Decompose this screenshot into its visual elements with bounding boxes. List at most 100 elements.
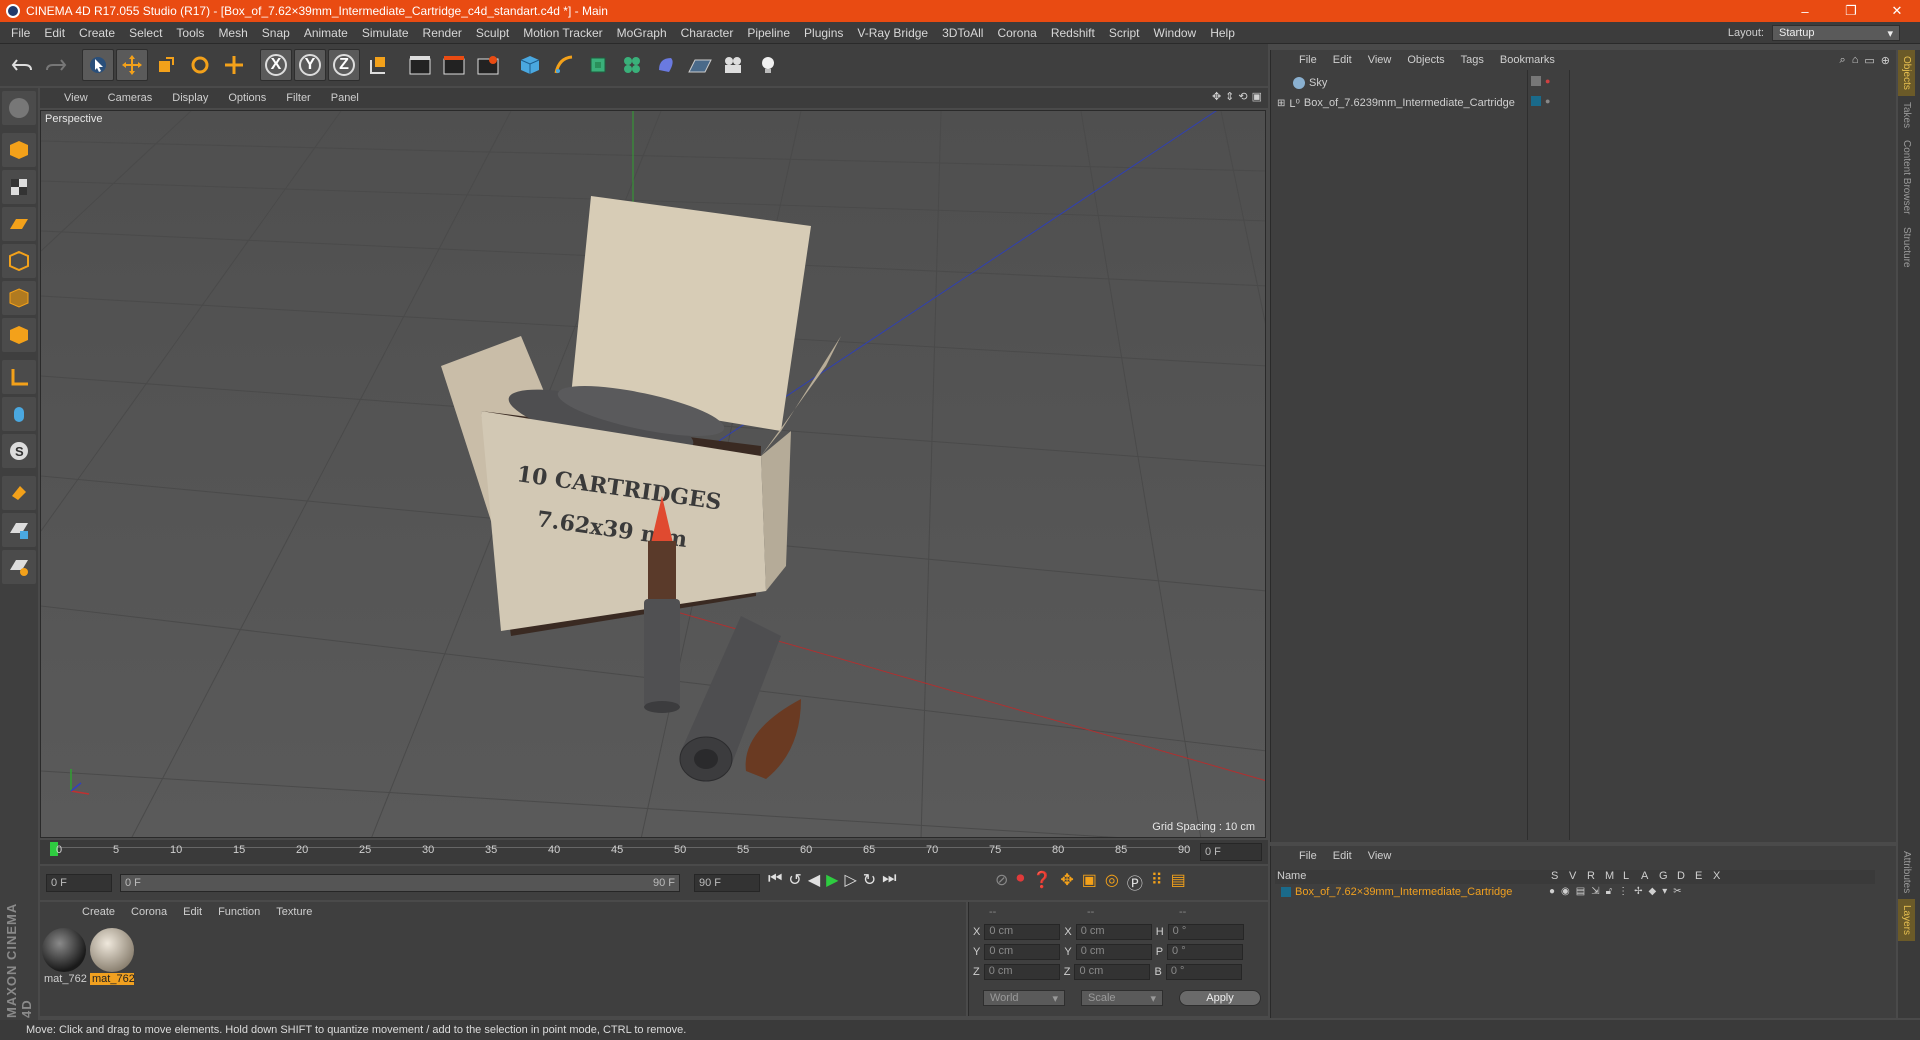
menu-create[interactable]: Create	[72, 26, 122, 40]
rotation-p-field[interactable]: 0 °	[1167, 944, 1244, 960]
model-mode-button[interactable]	[2, 133, 36, 167]
next-frame-icon[interactable]: ▷	[844, 870, 856, 890]
workplane-snap-button[interactable]	[2, 550, 36, 584]
material-swatch[interactable]: mat_762	[42, 928, 87, 988]
position-x-field[interactable]: 0 cm	[984, 924, 1061, 940]
tab-structure[interactable]: Structure	[1898, 221, 1915, 274]
menu-motion-tracker[interactable]: Motion Tracker	[516, 26, 609, 40]
layout-dropdown[interactable]: Startup ▾	[1772, 25, 1900, 41]
menu-select[interactable]: Select	[122, 26, 169, 40]
autokey-icon[interactable]: ❓	[1032, 870, 1052, 894]
edit-render-settings-button[interactable]	[472, 49, 504, 81]
viewport-menu-cameras[interactable]: Cameras	[98, 92, 163, 104]
size-mode-dropdown[interactable]: Scale ▾	[1081, 990, 1163, 1006]
move-tool-button[interactable]	[116, 49, 148, 81]
add-subdivision-button[interactable]	[582, 49, 614, 81]
material-menu-texture[interactable]: Texture	[268, 906, 320, 918]
goto-start-icon[interactable]: ⏮	[768, 870, 782, 890]
coordinate-system-button[interactable]	[362, 49, 394, 81]
generator-toggle-icon[interactable]: ✢	[1634, 886, 1642, 897]
transform-tool-button[interactable]	[218, 49, 250, 81]
key-move-icon[interactable]: ✥	[1060, 870, 1073, 894]
pin-icon[interactable]: ⊕	[1881, 54, 1890, 67]
viewport-menu-view[interactable]: View	[54, 92, 98, 104]
motion-record-icon[interactable]: ⊘	[995, 870, 1008, 894]
menu-sculpt[interactable]: Sculpt	[469, 26, 516, 40]
expand-icon[interactable]: ⊞	[1277, 98, 1285, 109]
tab-takes[interactable]: Takes	[1898, 96, 1915, 134]
render-view-button[interactable]	[404, 49, 436, 81]
select-tool-button[interactable]	[82, 49, 114, 81]
perspective-viewport[interactable]: 10 CARTRIDGES 7.62x39 mm Perspective Gri…	[40, 110, 1266, 838]
layers-menu-view[interactable]: View	[1360, 850, 1400, 862]
tweak-mode-button[interactable]	[2, 397, 36, 431]
menu-mesh[interactable]: Mesh	[211, 26, 254, 40]
x-axis-lock-button[interactable]: X	[260, 49, 292, 81]
material-swatch-selected[interactable]: mat_762	[90, 928, 135, 988]
prev-frame-icon[interactable]: ◀	[808, 870, 820, 890]
lock-toggle-icon[interactable]: 🔓︎	[1606, 886, 1612, 897]
rotation-b-field[interactable]: 0 °	[1165, 964, 1242, 980]
menu-render[interactable]: Render	[416, 26, 469, 40]
solo-button[interactable]: S	[2, 434, 36, 468]
maximize-button[interactable]: ❐	[1828, 0, 1874, 22]
layer-color-icon[interactable]	[1531, 96, 1541, 106]
expression-toggle-icon[interactable]: ▾	[1662, 886, 1667, 897]
undo-button[interactable]	[6, 49, 38, 81]
menu-vray-bridge[interactable]: V-Ray Bridge	[850, 26, 935, 40]
objects-menu-file[interactable]: File	[1291, 54, 1325, 66]
make-editable-button[interactable]	[2, 91, 36, 125]
material-menu-create[interactable]: Create	[74, 906, 123, 918]
tab-layers[interactable]: Layers	[1898, 899, 1915, 942]
play-icon[interactable]: ▶	[826, 870, 838, 890]
menu-edit[interactable]: Edit	[37, 26, 72, 40]
menu-plugins[interactable]: Plugins	[797, 26, 850, 40]
z-axis-lock-button[interactable]: Z	[328, 49, 360, 81]
render-picture-viewer-button[interactable]	[438, 49, 470, 81]
object-row-sky[interactable]: Sky	[1277, 74, 1327, 92]
redo-button[interactable]	[40, 49, 72, 81]
material-menu-corona[interactable]: Corona	[123, 906, 175, 918]
objects-menu-view[interactable]: View	[1360, 54, 1400, 66]
view-toggle-icon[interactable]: ◉	[1561, 886, 1570, 897]
key-rotate-icon[interactable]: ◎	[1105, 870, 1119, 894]
add-light-button[interactable]	[752, 49, 784, 81]
points-mode-button[interactable]	[2, 244, 36, 278]
key-scale-icon[interactable]: ▣	[1082, 870, 1097, 894]
objects-menu-bookmarks[interactable]: Bookmarks	[1492, 54, 1563, 66]
menu-help[interactable]: Help	[1203, 26, 1242, 40]
menu-script[interactable]: Script	[1102, 26, 1147, 40]
menu-redshift[interactable]: Redshift	[1044, 26, 1102, 40]
visibility-dot-icon[interactable]: ●	[1545, 76, 1550, 86]
tab-attributes[interactable]: Attributes	[1898, 845, 1915, 899]
material-menu-edit[interactable]: Edit	[175, 906, 210, 918]
toggle-view-icon[interactable]: ▣	[1252, 90, 1262, 103]
objects-menu-tags[interactable]: Tags	[1453, 54, 1492, 66]
menu-pipeline[interactable]: Pipeline	[740, 26, 797, 40]
timeline-window-icon[interactable]: ▤	[1171, 870, 1186, 894]
render-toggle-icon[interactable]: ▤	[1576, 886, 1585, 897]
viewport-menu-display[interactable]: Display	[162, 92, 218, 104]
axis-mode-button[interactable]	[2, 360, 36, 394]
menu-tools[interactable]: Tools	[169, 26, 211, 40]
close-button[interactable]: ✕	[1874, 0, 1920, 22]
y-axis-lock-button[interactable]: Y	[294, 49, 326, 81]
next-key-icon[interactable]: ↻	[863, 870, 876, 890]
texture-mode-button[interactable]	[2, 170, 36, 204]
add-floor-button[interactable]	[684, 49, 716, 81]
object-row-box-cartridge[interactable]: ⊞ L⁰ Box_of_7.6239mm_Intermediate_Cartri…	[1277, 94, 1515, 112]
menu-file[interactable]: File	[4, 26, 37, 40]
polygons-mode-button[interactable]	[2, 318, 36, 352]
viewport-menu-filter[interactable]: Filter	[276, 92, 320, 104]
end-frame-field[interactable]: 90 F	[694, 874, 760, 892]
layers-menu-edit[interactable]: Edit	[1325, 850, 1360, 862]
animation-toggle-icon[interactable]: ⋮	[1618, 886, 1628, 897]
objects-menu-edit[interactable]: Edit	[1325, 54, 1360, 66]
timeline-ruler[interactable]: 0 5 10 15 20 25 30 35 40 45 50 55 60 65 …	[40, 840, 1268, 864]
goto-end-icon[interactable]: ⏭	[882, 870, 896, 890]
add-camera-button[interactable]	[718, 49, 750, 81]
search-icon[interactable]: ⌕	[1840, 54, 1846, 67]
tab-objects[interactable]: Objects	[1898, 50, 1915, 96]
dolly-icon[interactable]: ⇕	[1225, 90, 1234, 103]
add-spline-pen-button[interactable]	[548, 49, 580, 81]
